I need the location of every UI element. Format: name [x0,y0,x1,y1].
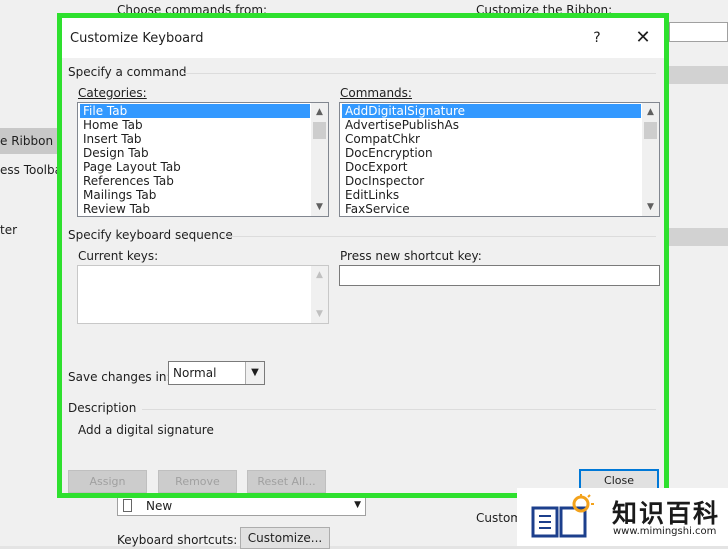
document-icon [123,499,132,512]
help-icon[interactable]: ? [584,26,610,50]
scroll-up-icon[interactable]: ▲ [642,105,659,119]
categories-label-text: Categories: [78,86,147,100]
close-icon[interactable]: ✕ [629,26,657,50]
current-keys-label: Current keys: [78,249,159,263]
command-item[interactable]: FaxService [342,202,641,216]
scroll-down-icon[interactable]: ▼ [642,200,659,214]
categories-listbox[interactable]: File Tab Home Tab Insert Tab Design Tab Page… [77,102,329,217]
commands-scrollbar[interactable]: ▲ ▼ [642,103,659,216]
category-item[interactable]: References Tab [80,174,310,188]
specify-command-group-label: Specify a command [68,65,187,79]
command-item[interactable]: DocExport [342,160,641,174]
category-item[interactable]: File Tab [80,104,310,118]
category-item[interactable]: Review Tab [80,202,310,216]
sidebar-item-trust-center-label[interactable]: ter [0,223,17,237]
save-changes-value: Normal [173,366,217,380]
commands-listbox[interactable]: AddDigitalSignature AdvertisePublishAs Com… [339,102,660,217]
scroll-thumb[interactable] [313,122,326,139]
assign-button[interactable]: Assign [68,470,147,493]
book-lightbulb-logo [531,494,594,538]
scroll-up-icon[interactable]: ▲ [311,105,328,119]
category-item[interactable]: Mailings Tab [80,188,310,202]
chevron-down-icon: ▼ [354,500,361,510]
commands-label: Commands: [340,86,412,100]
new-tab-combo-value: New [146,499,173,513]
command-item[interactable]: DocEncryption [342,146,641,160]
new-shortcut-label: Press new shortcut key: [340,249,482,263]
scroll-thumb[interactable] [644,122,657,139]
commands-label-text: Commands: [340,86,412,100]
keyboard-shortcuts-label: Keyboard shortcuts: [117,533,238,547]
new-tab-combo[interactable]: New ▼ [117,496,366,516]
categories-scrollbar[interactable]: ▲ ▼ [311,103,328,216]
specify-sequence-group-label: Specify keyboard sequence [68,228,233,242]
new-shortcut-input[interactable] [339,265,660,286]
save-changes-combo[interactable]: Normal ▼ [168,361,265,385]
group-divider [142,409,656,410]
reset-all-button[interactable]: Reset All... [247,470,326,493]
category-item[interactable]: Page Layout Tab [80,160,310,174]
command-item[interactable]: EditLinks [342,188,641,202]
command-item[interactable]: AdvertisePublishAs [342,118,641,132]
dialog-title: Customize Keyboard [70,31,204,46]
remove-button[interactable]: Remove [158,470,237,493]
category-item[interactable]: Insert Tab [80,132,310,146]
group-divider [222,236,656,237]
title-bar[interactable]: Customize Keyboard ? ✕ [62,18,664,58]
commands-items: AddDigitalSignature AdvertisePublishAs Com… [342,104,641,216]
command-item[interactable]: CompatChkr [342,132,641,146]
customize-keyboard-dialog: Customize Keyboard ? ✕ Specify a command… [57,13,669,498]
current-keys-scrollbar: ▲ ▼ [311,266,328,323]
watermark-name: 知识百科 [612,499,721,528]
category-item[interactable]: Design Tab [80,146,310,160]
ribbon-combo[interactable] [669,22,728,42]
save-changes-label: Save changes in: [68,370,171,384]
watermark: 知识百科 www.mimingshi.com [517,488,728,546]
description-text: Add a digital signature [78,423,214,437]
command-item[interactable]: AddDigitalSignature [342,104,641,118]
current-keys-listbox[interactable]: ▲ ▼ [77,265,329,324]
categories-label: Categories: [78,86,147,100]
chevron-down-icon[interactable]: ▼ [245,362,264,384]
watermark-url: www.mimingshi.com [613,526,717,537]
scroll-down-icon: ▼ [316,309,323,319]
sidebar-item-ribbon-label: e Ribbon [0,134,54,148]
group-divider [184,73,656,74]
ribbon-list-selected-row [666,228,728,246]
description-group-label: Description [68,401,137,415]
ribbon-list-header [666,66,728,84]
categories-items: File Tab Home Tab Insert Tab Design Tab Page… [80,104,310,216]
scroll-down-icon[interactable]: ▼ [311,200,328,214]
customize-partial-label: Custom [476,511,522,525]
category-item[interactable]: Home Tab [80,118,310,132]
command-item[interactable]: DocInspector [342,174,641,188]
scroll-up-icon: ▲ [316,270,323,280]
